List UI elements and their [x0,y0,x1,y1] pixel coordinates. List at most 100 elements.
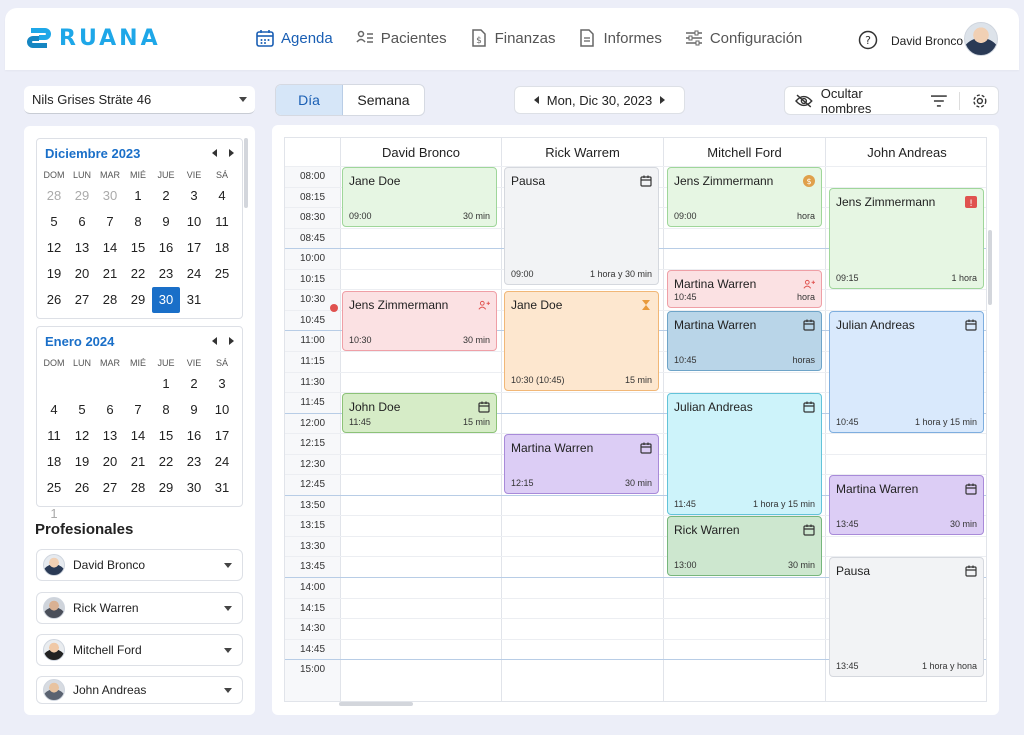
calendar-day[interactable]: 2 [180,371,208,397]
calendar-day[interactable]: 20 [68,261,96,287]
calendar-day[interactable]: 13 [68,235,96,261]
calendar-day[interactable]: 5 [40,209,68,235]
appointment-card[interactable]: Rick Warren 13:00 30 min [667,516,822,576]
calendar-day[interactable]: 18 [208,235,236,261]
calendar-day[interactable]: 11 [40,423,68,449]
nav-finanzas[interactable]: $ Finanzas [469,28,555,48]
calendar-day[interactable]: 17 [180,235,208,261]
nav-agenda[interactable]: Agenda [255,28,333,48]
calendar-day[interactable]: 31 [208,475,236,501]
gear-icon[interactable] [972,93,988,109]
appointment-card[interactable]: Pausa 13:45 1 hora y hona [829,557,984,677]
calendar-day[interactable]: 6 [96,397,124,423]
calendar-day[interactable]: 9 [180,397,208,423]
logo[interactable]: RUANA [25,23,161,53]
calendar-day[interactable]: 15 [124,235,152,261]
calendar-day[interactable]: 4 [40,397,68,423]
calendar-day[interactable]: 16 [180,423,208,449]
appointment-card[interactable]: Jens Zimmermann 09:00 hora $ [667,167,822,227]
calendar-day[interactable]: 28 [96,287,124,313]
filter-icon[interactable] [931,94,948,107]
calendar-day[interactable]: 27 [96,475,124,501]
appointment-card[interactable]: Jane Doe 09:00 30 min [342,167,497,227]
help-icon[interactable]: ? [858,30,878,50]
calendar-day[interactable]: 13 [96,423,124,449]
calendar-day[interactable]: 10 [180,209,208,235]
hide-names-button[interactable]: Ocultar nombres [821,86,916,116]
calendar-day[interactable]: 3 [208,371,236,397]
calendar-day[interactable]: 9 [152,209,180,235]
appointment-card[interactable]: Pausa 09:00 1 hora y 30 min [504,167,659,285]
calendar-day[interactable]: 3 [180,183,208,209]
calendar-day[interactable]: 26 [40,287,68,313]
calendar-day[interactable]: 21 [124,449,152,475]
calendar-day[interactable]: 19 [68,449,96,475]
calendar-day[interactable]: 17 [208,423,236,449]
calendar-day[interactable]: 4 [208,183,236,209]
professional-select-mitchell[interactable]: Mitchell Ford [36,634,243,666]
calendar-day[interactable]: 8 [124,209,152,235]
appointment-card[interactable]: Martina Warren 10:45 horas [667,311,822,371]
calendar-day[interactable]: 29 [124,287,152,313]
calendar-day[interactable]: 28 [124,475,152,501]
calendar-day[interactable]: 11 [208,209,236,235]
view-week-button[interactable]: Semana [343,85,424,115]
nav-informes[interactable]: Informes [577,28,662,48]
nav-configuracion[interactable]: Configuración [684,28,802,48]
appointment-card[interactable]: Jane Doe 10:30 (10:45) 15 min [504,291,659,391]
next-month-icon[interactable] [229,337,234,345]
calendar-day[interactable]: 30 [152,287,180,313]
calendar-day[interactable]: 7 [124,397,152,423]
calendar-day[interactable]: 5 [68,397,96,423]
appointment-card[interactable]: Martina Warren 13:45 30 min [829,475,984,535]
calendar-day[interactable]: 29 [152,475,180,501]
calendar-day[interactable]: 20 [96,449,124,475]
calendar-day[interactable]: 8 [152,397,180,423]
user-avatar[interactable] [964,22,998,56]
calendar-day[interactable]: 27 [68,287,96,313]
next-day-icon[interactable] [660,96,666,104]
nav-pacientes[interactable]: Pacientes [355,28,447,48]
calendar-day[interactable]: 28 [40,183,68,209]
appointment-card[interactable]: Jens Zimmermann 10:30 30 min [342,291,497,351]
professional-select-david[interactable]: David Bronco [36,549,243,581]
horizontal-scrollbar[interactable] [339,702,413,706]
appointment-card[interactable]: Martina Warren 10:45 hora [667,270,822,308]
calendar-day[interactable]: 1 [152,371,180,397]
calendar-day[interactable]: 26 [68,475,96,501]
prev-month-icon[interactable] [212,337,217,345]
calendar-day[interactable]: 12 [40,235,68,261]
calendar-day[interactable]: 10 [208,397,236,423]
calendar-day[interactable]: 23 [180,449,208,475]
next-month-icon[interactable] [229,149,234,157]
appointment-card[interactable]: Jens Zimmermann 09:15 1 hora! [829,188,984,289]
professional-select-john[interactable]: John Andreas [36,676,243,704]
calendar-day[interactable]: 1 [124,183,152,209]
appointment-card[interactable]: Julian Andreas 10:45 1 hora y 15 min [829,311,984,433]
calendar-day[interactable]: 2 [152,183,180,209]
prev-month-icon[interactable] [212,149,217,157]
vertical-scrollbar[interactable] [988,230,992,305]
user-name[interactable]: David Bronco [891,34,963,48]
location-select[interactable]: Nils Grises Sträte 46 [24,86,255,114]
professional-select-rick[interactable]: Rick Warren [36,592,243,624]
calendar-day[interactable]: 24 [180,261,208,287]
calendar-day[interactable]: 15 [152,423,180,449]
calendar-day[interactable]: 21 [96,261,124,287]
left-scrollbar[interactable] [244,138,248,208]
appointment-card[interactable]: John Doe 11:45 15 min [342,393,497,433]
view-day-button[interactable]: Día [276,85,343,115]
calendar-day[interactable]: 30 [96,183,124,209]
calendar-day[interactable]: 23 [152,261,180,287]
calendar-day[interactable]: 7 [96,209,124,235]
calendar-day[interactable]: 25 [40,475,68,501]
calendar-day[interactable]: 19 [40,261,68,287]
calendar-day[interactable]: 22 [152,449,180,475]
calendar-day[interactable]: 6 [68,209,96,235]
appointment-card[interactable]: Martina Warren 12:15 30 min [504,434,659,494]
calendar-day[interactable]: 18 [40,449,68,475]
calendar-day[interactable]: 25 [208,261,236,287]
calendar-day[interactable]: 14 [124,423,152,449]
calendar-day[interactable]: 29 [68,183,96,209]
calendar-day[interactable]: 12 [68,423,96,449]
